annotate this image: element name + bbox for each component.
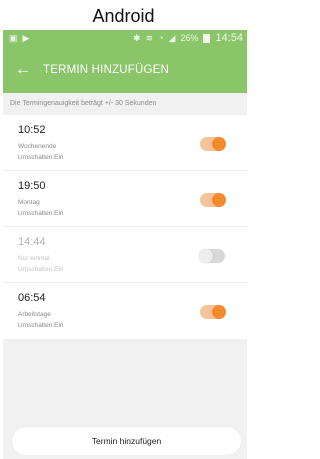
device-label: Android	[92, 6, 155, 26]
vibrate-icon: ≋	[145, 32, 154, 43]
main-content: Die Termingenauigkeit beträgt +/- 30 Sek…	[3, 93, 247, 459]
alarm-status: Umschalten:Ein	[18, 266, 64, 273]
app-bar: ← TERMIN HINZUFÜGEN	[3, 46, 247, 93]
back-arrow-icon[interactable]: ←	[3, 61, 43, 79]
alarm-time: 06:54	[18, 292, 46, 304]
status-time: 14:54	[215, 32, 243, 44]
alarm-days: Wochenende	[18, 143, 57, 150]
alarm-toggle[interactable]	[200, 137, 226, 151]
play-icon: ▶	[22, 32, 30, 43]
toggle-knob	[212, 305, 226, 319]
alarm-days: Arbeitstage	[18, 311, 51, 318]
alarm-status: Umschalten:Ein	[18, 322, 64, 329]
alarm-time: 10:52	[18, 124, 46, 136]
alarm-row[interactable]: 10:52 Wochenende Umschalten:Ein	[3, 115, 247, 171]
status-bar: ▣ ▶ ✱ ≋ ◔ ◢ 26% 14:54	[3, 30, 247, 46]
toggle-knob	[199, 249, 213, 263]
signal-icon: ◢	[168, 32, 176, 43]
alarm-row[interactable]: 14:44 Nur einmal Umschalten:Ein	[3, 227, 247, 283]
wifi-icon: ◔	[158, 33, 164, 43]
battery-percent: 26%	[180, 33, 199, 43]
alarm-days: Montag	[18, 199, 40, 206]
alarm-status: Umschalten:Ein	[18, 154, 64, 161]
toggle-knob	[212, 137, 226, 151]
alarm-row[interactable]: 06:54 Arbeitstage Umschalten:Ein	[3, 283, 247, 339]
alarm-toggle[interactable]	[199, 249, 225, 263]
add-appointment-button[interactable]: Termin hinzufügen	[12, 427, 241, 455]
accuracy-hint: Die Termingenauigkeit beträgt +/- 30 Sek…	[10, 100, 157, 107]
alarm-status: Umschalten:Ein	[18, 210, 64, 217]
page-title: TERMIN HINZUFÜGEN	[43, 63, 170, 76]
alarm-time: 19:50	[18, 180, 46, 192]
battery-icon	[203, 33, 211, 43]
alarm-time: 14:44	[18, 236, 46, 248]
alarm-row[interactable]: 19:50 Montag Umschalten:Ein	[3, 171, 247, 227]
alarm-toggle[interactable]	[200, 193, 226, 207]
bluetooth-icon: ✱	[133, 32, 141, 43]
screenshot-icon: ▣	[9, 32, 18, 43]
alarm-list: 10:52 Wochenende Umschalten:Ein 19:50 Mo…	[3, 115, 247, 339]
alarm-toggle[interactable]	[200, 305, 226, 319]
alarm-days: Nur einmal	[18, 255, 50, 262]
toggle-knob	[212, 193, 226, 207]
